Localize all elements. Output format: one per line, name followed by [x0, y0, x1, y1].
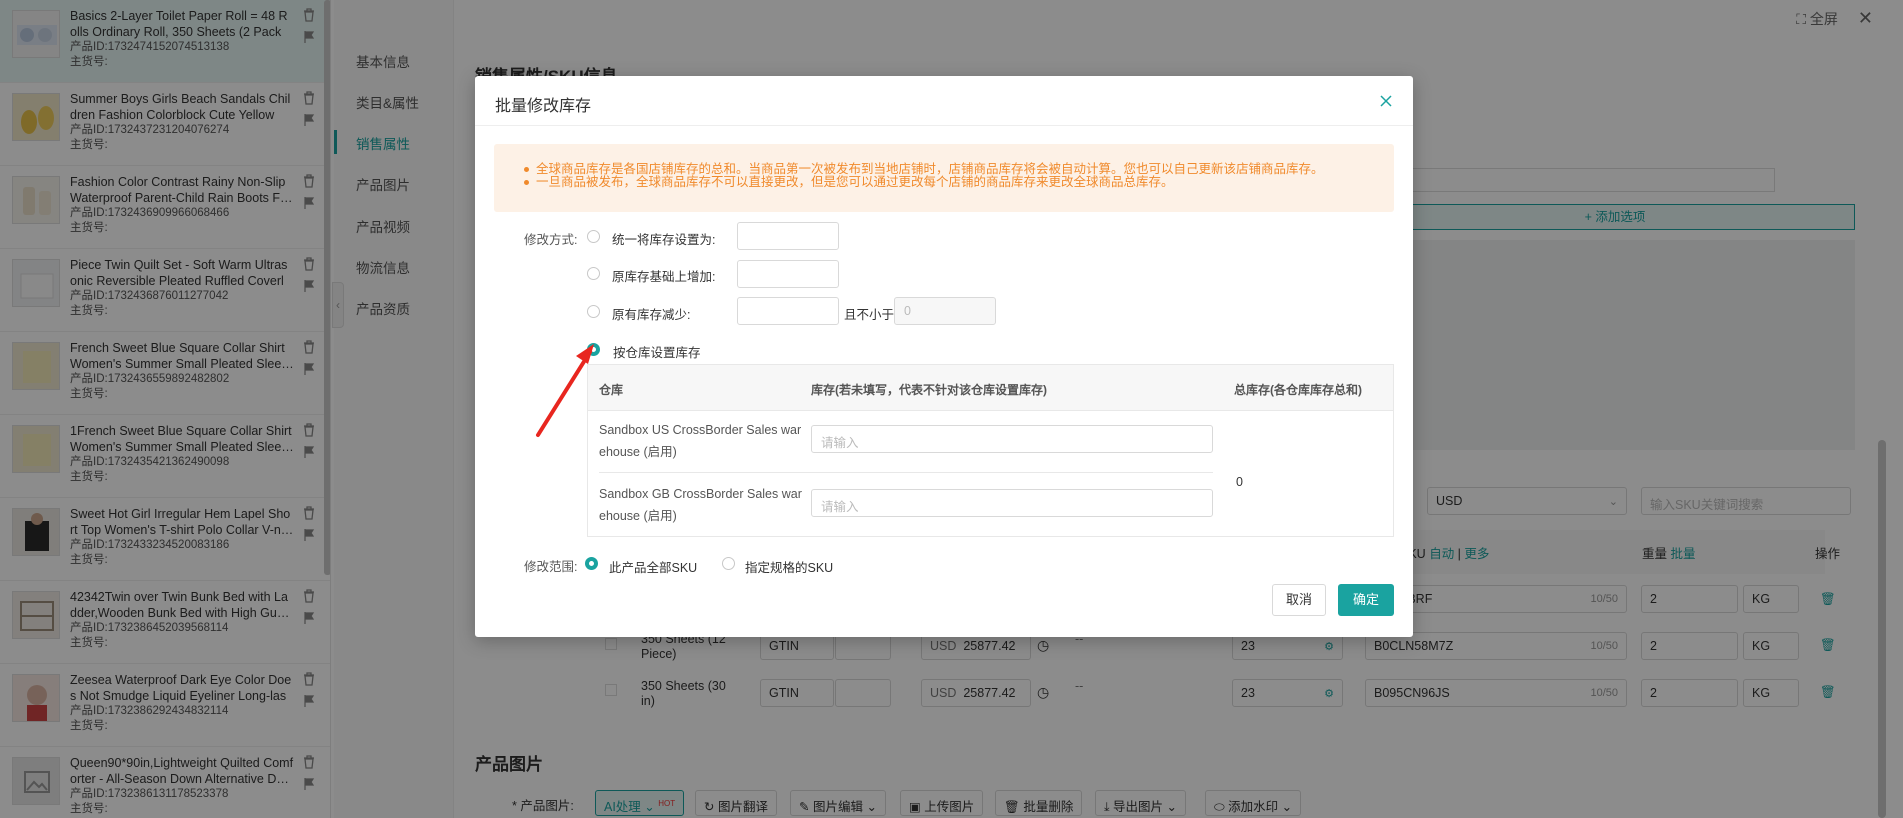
- modal-header: 批量修改库存: [475, 76, 1413, 126]
- notice-line: 一旦商品被发布，全球商品库存不可以直接更改，但是您可以通过更改每个店铺的商品库存…: [524, 176, 1394, 189]
- warehouse-stock-input[interactable]: 请输入: [811, 489, 1213, 517]
- scope-all-sku-label: 此产品全部SKU: [609, 561, 698, 575]
- row-divider: [599, 472, 1213, 473]
- radio-scope-all-sku[interactable]: [585, 557, 598, 570]
- decrease-stock-input[interactable]: [737, 297, 839, 325]
- total-column-header: 总库存(各仓库库存总和): [1234, 383, 1362, 397]
- warehouse-table-header: 仓库 库存(若未填写，代表不针对该仓库设置库存) 总库存(各仓库库存总和): [588, 365, 1393, 411]
- option-set-uniform-label: 统一将库存设置为:: [612, 233, 716, 247]
- min-stock-input[interactable]: 0: [894, 297, 996, 325]
- mode-label: 修改方式:: [524, 233, 578, 247]
- batch-stock-modal: 批量修改库存 全球商品库存是各国店铺库存的总和。当商品第一次被发布到当地店铺时，…: [475, 76, 1413, 637]
- annotation-arrow-icon: [536, 344, 594, 437]
- notice-box: 全球商品库存是各国店铺库存的总和。当商品第一次被发布到当地店铺时，店铺商品库存将…: [494, 144, 1394, 212]
- modal-title: 批量修改库存: [495, 98, 592, 115]
- radio-scope-specified-sku[interactable]: [722, 557, 735, 570]
- confirm-button[interactable]: 确定: [1338, 584, 1394, 616]
- cancel-button[interactable]: 取消: [1272, 584, 1326, 616]
- scope-label: 修改范围:: [524, 560, 578, 574]
- radio-decrease[interactable]: [587, 305, 600, 318]
- radio-increase[interactable]: [587, 267, 600, 280]
- radio-set-uniform[interactable]: [587, 230, 600, 243]
- warehouse-stock-input[interactable]: 请输入: [811, 425, 1213, 453]
- warehouse-column-header: 仓库: [599, 383, 624, 397]
- warehouse-name: Sandbox US CrossBorder Sales warehouse (…: [599, 423, 802, 459]
- not-less-than-label: 且不小于: [844, 308, 895, 322]
- option-by-warehouse-label: 按仓库设置库存: [613, 346, 701, 360]
- close-icon[interactable]: [1379, 94, 1393, 108]
- increase-stock-input[interactable]: [737, 260, 839, 288]
- option-increase-label: 原库存基础上增加:: [612, 270, 716, 284]
- scope-specified-sku-label: 指定规格的SKU: [745, 561, 834, 575]
- total-stock-value: 0: [1236, 475, 1243, 489]
- option-decrease-label: 原有库存减少:: [612, 308, 691, 322]
- warehouse-name: Sandbox GB CrossBorder Sales warehouse (…: [599, 487, 802, 523]
- warehouse-table: 仓库 库存(若未填写，代表不针对该仓库设置库存) 总库存(各仓库库存总和) Sa…: [587, 364, 1394, 537]
- uniform-stock-input[interactable]: [737, 222, 839, 250]
- stock-column-header: 库存(若未填写，代表不针对该仓库设置库存): [811, 383, 1047, 397]
